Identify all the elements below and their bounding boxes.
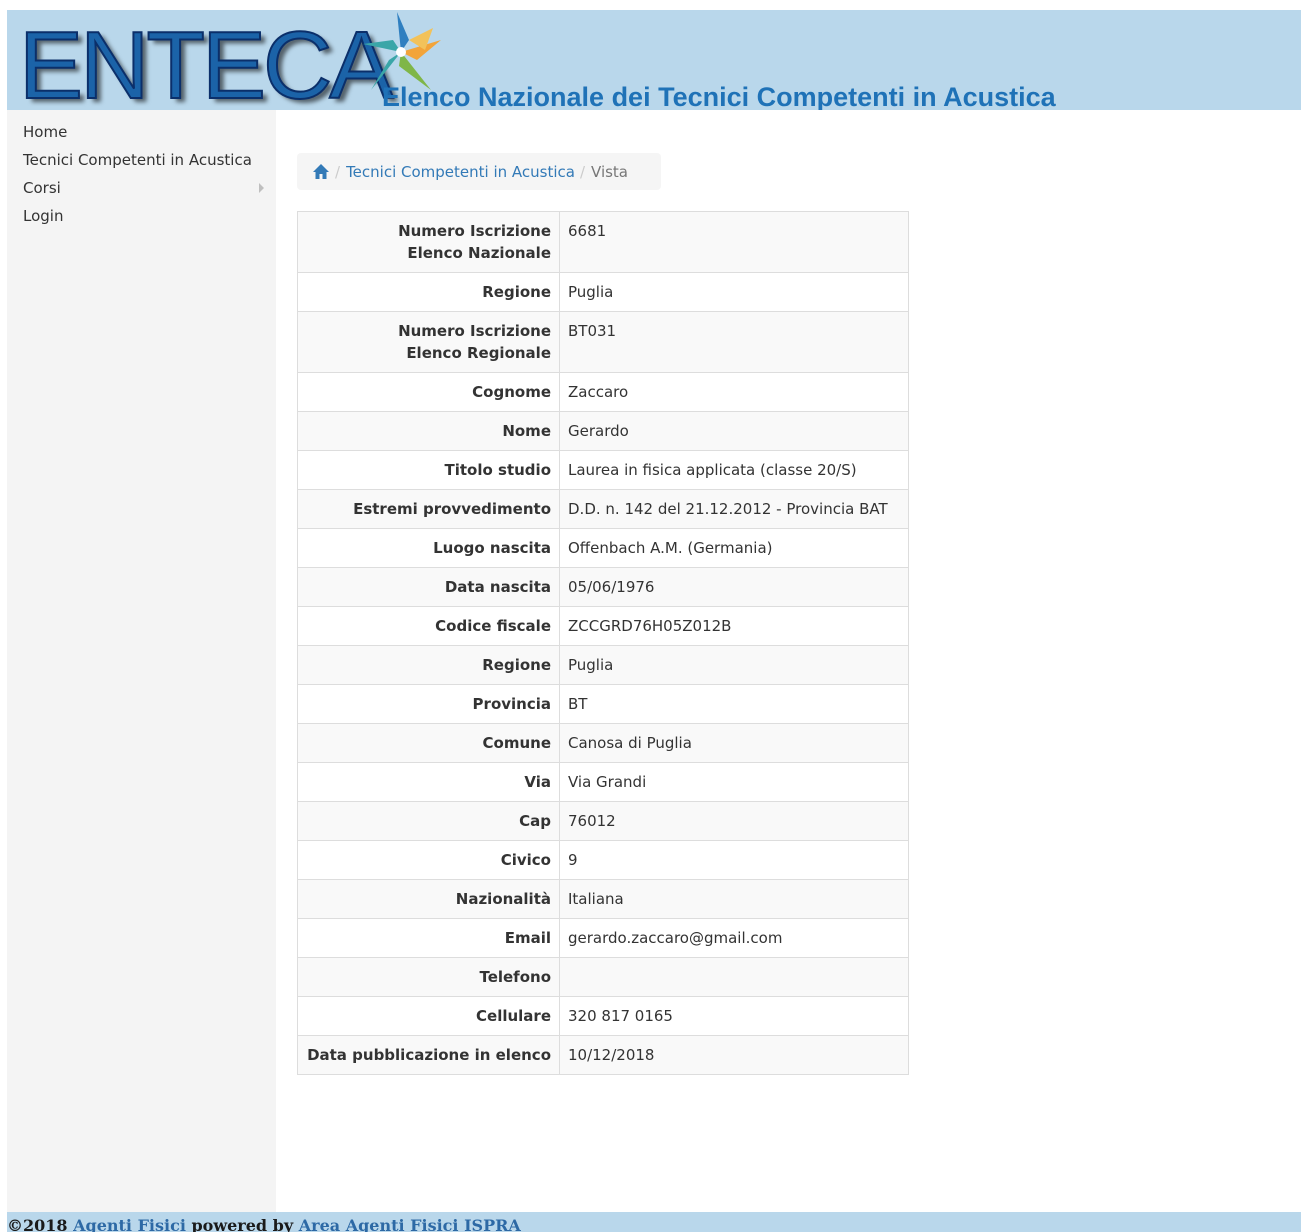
table-row: Via Via Grandi [297, 762, 909, 802]
row-value: 320 817 0165 [559, 996, 909, 1036]
footer-link-ispra[interactable]: Area Agenti Fisici ISPRA [299, 1216, 521, 1232]
row-value: 9 [559, 840, 909, 880]
row-label: Numero Iscrizione Elenco Regionale [297, 311, 560, 373]
table-row: Estremi provvedimento D.D. n. 142 del 21.… [297, 489, 909, 529]
row-value: gerardo.zaccaro@gmail.com [559, 918, 909, 958]
row-label: Data nascita [297, 567, 560, 607]
row-label: Provincia [297, 684, 560, 724]
row-label: Numero Iscrizione Elenco Nazionale [297, 211, 560, 273]
breadcrumb-separator: / [335, 162, 341, 181]
row-label: Civico [297, 840, 560, 880]
table-row: Luogo nascita Offenbach A.M. (Germania) [297, 528, 909, 568]
row-label: Regione [297, 645, 560, 685]
footer-link-agenti-fisici[interactable]: Agenti Fisici [73, 1216, 186, 1232]
row-label-line: Elenco Nazionale [407, 244, 551, 262]
row-value: Puglia [559, 272, 909, 312]
row-label: Nome [297, 411, 560, 451]
breadcrumb-separator: / [579, 162, 586, 181]
logo-text[interactable]: ENTECA [18, 17, 394, 111]
table-row: Cellulare 320 817 0165 [297, 996, 909, 1036]
row-value: Puglia [559, 645, 909, 685]
table-row: Data pubblicazione in elenco 10/12/2018 [297, 1035, 909, 1075]
row-value: 6681 [559, 211, 909, 273]
row-label: Cellulare [297, 996, 560, 1036]
sidebar: Home Tecnici Competenti in Acustica Cors… [7, 110, 276, 1212]
table-row: Data nascita 05/06/1976 [297, 567, 909, 607]
site-footer: ©2018 Agenti Fisici powered by Area Agen… [7, 1212, 1301, 1232]
row-value: 10/12/2018 [559, 1035, 909, 1075]
table-row: Numero Iscrizione Elenco Regionale BT031 [297, 311, 909, 373]
table-row: Titolo studio Laurea in fisica applicata … [297, 450, 909, 490]
row-label: Telefono [297, 957, 560, 997]
table-row: Codice fiscale ZCCGRD76H05Z012B [297, 606, 909, 646]
table-row: Telefono [297, 957, 909, 997]
breadcrumb-link-tecnici[interactable]: Tecnici Competenti in Acustica [346, 163, 575, 181]
row-value: BT031 [559, 311, 909, 373]
row-label: Cap [297, 801, 560, 841]
sidebar-item-corsi[interactable]: Corsi [7, 174, 276, 202]
row-value: 05/06/1976 [559, 567, 909, 607]
row-label-line: Numero Iscrizione [398, 222, 551, 240]
row-label: Codice fiscale [297, 606, 560, 646]
table-row: Email gerardo.zaccaro@gmail.com [297, 918, 909, 958]
table-row: Nazionalità Italiana [297, 879, 909, 919]
row-label: Titolo studio [297, 450, 560, 490]
table-row: Nome Gerardo [297, 411, 909, 451]
detail-table: Numero Iscrizione Elenco Nazionale 6681 Reg… [297, 211, 909, 1075]
home-icon[interactable] [312, 163, 330, 181]
row-value: Gerardo [559, 411, 909, 451]
row-label: Email [297, 918, 560, 958]
row-value: Via Grandi [559, 762, 909, 802]
row-value: ZCCGRD76H05Z012B [559, 606, 909, 646]
row-label-line: Elenco Regionale [406, 344, 551, 362]
row-label: Via [297, 762, 560, 802]
row-value [559, 957, 909, 997]
footer-copyright: ©2018 [7, 1216, 68, 1232]
sidebar-menu: Home Tecnici Competenti in Acustica Cors… [7, 110, 276, 230]
table-row: Cognome Zaccaro [297, 372, 909, 412]
row-label: Data pubblicazione in elenco [297, 1035, 560, 1075]
row-label: Comune [297, 723, 560, 763]
breadcrumb: / Tecnici Competenti in Acustica / Vista [297, 153, 661, 190]
row-value: D.D. n. 142 del 21.12.2012 - Provincia B… [559, 489, 909, 529]
row-label: Nazionalità [297, 879, 560, 919]
table-row: Regione Puglia [297, 272, 909, 312]
table-row: Regione Puglia [297, 645, 909, 685]
row-value: Laurea in fisica applicata (classe 20/S) [559, 450, 909, 490]
sidebar-item-tecnici[interactable]: Tecnici Competenti in Acustica [7, 146, 276, 174]
site-subtitle: Elenco Nazionale dei Tecnici Competenti … [382, 82, 1056, 110]
row-value: BT [559, 684, 909, 724]
row-label-line: Numero Iscrizione [398, 322, 551, 340]
table-row: Civico 9 [297, 840, 909, 880]
sidebar-item-login[interactable]: Login [7, 202, 276, 230]
row-label: Regione [297, 272, 560, 312]
table-row: Numero Iscrizione Elenco Nazionale 6681 [297, 211, 909, 273]
table-row: Cap 76012 [297, 801, 909, 841]
breadcrumb-current: Vista [591, 162, 629, 181]
site-header: ENTECA Elenco Nazionale dei Tecnici Comp… [7, 10, 1301, 110]
caret-right-icon [259, 183, 264, 193]
footer-powered-by: powered by [191, 1216, 294, 1232]
row-value: Canosa di Puglia [559, 723, 909, 763]
table-row: Comune Canosa di Puglia [297, 723, 909, 763]
row-label: Estremi provvedimento [297, 489, 560, 529]
sidebar-item-home[interactable]: Home [7, 118, 276, 146]
sidebar-item-label: Corsi [23, 179, 61, 197]
row-label: Luogo nascita [297, 528, 560, 568]
row-value: Zaccaro [559, 372, 909, 412]
detail-table-body: Numero Iscrizione Elenco Nazionale 6681 Reg… [297, 211, 909, 1075]
row-label: Cognome [297, 372, 560, 412]
table-row: Provincia BT [297, 684, 909, 724]
row-value: 76012 [559, 801, 909, 841]
row-value: Offenbach A.M. (Germania) [559, 528, 909, 568]
row-value: Italiana [559, 879, 909, 919]
